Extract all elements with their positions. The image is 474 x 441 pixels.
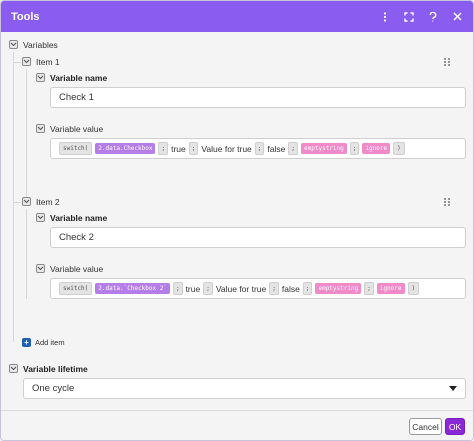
variable-token: 2.data.`Checkbox 2`	[95, 283, 170, 294]
close-icon[interactable]	[449, 9, 465, 25]
titlebar: Tools	[1, 1, 473, 32]
plus-icon: +	[22, 338, 31, 347]
keyword-token: ignore	[362, 143, 391, 154]
caret-down-icon	[449, 386, 457, 391]
lifetime-label: Variable lifetime	[23, 364, 88, 374]
item-2-name-label: Variable name	[50, 213, 108, 223]
keyword-token: emptystring	[315, 283, 362, 294]
item-2-collapse-checkbox[interactable]	[22, 197, 31, 206]
item-1-name-label: Variable name	[50, 73, 108, 83]
function-token: )	[393, 142, 405, 155]
item-2-label: Item 2	[36, 197, 60, 207]
function-token: switch(	[59, 142, 93, 155]
separator-token: ;	[288, 142, 299, 155]
ok-button[interactable]: OK	[445, 418, 465, 435]
separator-token: ;	[364, 282, 374, 295]
dialog-title: Tools	[11, 10, 40, 23]
item-2-name-input[interactable]: Check 2	[50, 227, 466, 248]
item-1-value-input[interactable]: switch(2.data.Checkbox; true; Value for tr…	[50, 138, 466, 159]
separator-token: ;	[158, 142, 169, 155]
add-item-label: Add item	[35, 338, 65, 347]
separator-token: ;	[302, 282, 313, 295]
variable-token: 2.data.Checkbox	[95, 143, 156, 154]
item-1-collapse-checkbox[interactable]	[22, 57, 31, 66]
item-1-name-input[interactable]: Check 1	[50, 87, 466, 108]
item-1-name-checkbox[interactable]	[36, 73, 45, 82]
tools-dialog: Tools Variables Item 1 Variable name Che…	[0, 0, 474, 441]
expression-text: false	[267, 143, 286, 154]
help-icon[interactable]	[425, 9, 441, 25]
lifetime-collapse-checkbox[interactable]	[9, 364, 18, 373]
drag-handle-icon[interactable]	[443, 57, 451, 67]
expression-text: true	[171, 143, 186, 154]
keyword-token: ignore	[376, 283, 405, 294]
separator-token: ;	[349, 142, 360, 155]
drag-handle-icon[interactable]	[443, 197, 451, 207]
keyword-token: emptystring	[301, 143, 347, 154]
expand-icon[interactable]	[401, 9, 417, 25]
function-token: )	[407, 282, 420, 295]
expression-text: false	[281, 283, 300, 294]
expression-text: Value for true	[201, 143, 252, 154]
separator-token: ;	[172, 282, 183, 295]
item-2-value-checkbox[interactable]	[36, 264, 45, 273]
separator-token: ;	[203, 282, 213, 295]
lifetime-select[interactable]: One cycle	[23, 378, 466, 399]
item-2-value-input[interactable]: switch(2.data.`Checkbox 2`; true; Value fo…	[50, 278, 466, 299]
expression-text: Value for true	[215, 283, 267, 294]
function-token: switch(	[59, 282, 93, 295]
item-2-name-checkbox[interactable]	[36, 213, 45, 222]
item-1-label: Item 1	[36, 57, 60, 67]
add-item-button[interactable]: + Add item	[22, 338, 65, 347]
more-vertical-icon[interactable]	[377, 9, 393, 25]
variables-collapse-checkbox[interactable]	[9, 40, 18, 49]
separator-token: ;	[254, 142, 265, 155]
variables-label: Variables	[23, 40, 58, 50]
item-2-value-label: Variable value	[50, 264, 104, 274]
item-1-value-checkbox[interactable]	[36, 124, 45, 133]
expression-text: true	[185, 283, 201, 294]
cancel-button[interactable]: Cancel	[409, 418, 442, 435]
item-1-value-label: Variable value	[50, 124, 104, 134]
lifetime-selected-value: One cycle	[32, 383, 75, 394]
separator-token: ;	[188, 142, 199, 155]
dialog-footer: Cancel OK	[1, 410, 473, 440]
separator-token: ;	[269, 282, 279, 295]
